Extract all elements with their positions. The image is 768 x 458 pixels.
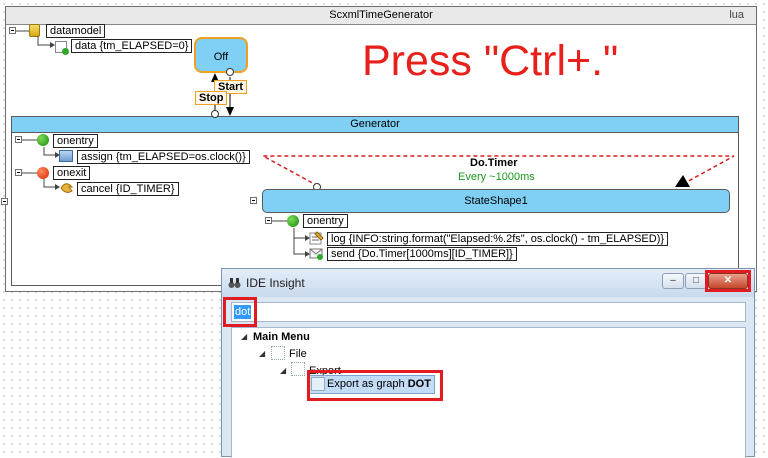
tree-connector [22,172,38,174]
root-collapse-toggle[interactable] [1,198,8,205]
minimize-button[interactable]: – [662,273,684,289]
binoculars-icon [228,278,241,288]
scxml-title: ScxmlTimeGenerator [6,7,756,25]
datamodel-collapse-toggle[interactable] [9,27,16,34]
state-shape1[interactable]: StateShape1 [262,189,730,213]
onentry-icon [287,215,299,227]
shape1-collapse-toggle[interactable] [250,197,257,204]
timer-delay-label: Every ~1000ms [458,171,535,183]
tree-connector [16,30,30,32]
search-field[interactable]: dot [231,302,746,322]
shortcut-hint: Press "Ctrl+." [362,37,619,85]
expand-triangle-icon[interactable]: ◢ [259,349,265,358]
window-title: IDE Insight [246,276,305,290]
menu-folder-icon [271,346,285,360]
data-item-label[interactable]: data {tm_ELAPSED=0} [71,39,193,53]
menu-folder-icon [291,362,305,376]
highlight-close-button [705,270,751,292]
onexit-icon [37,167,49,179]
stop-event-label[interactable]: Stop [195,91,228,105]
shape1-onentry-collapse-toggle[interactable] [265,217,272,224]
cancel-action-label[interactable]: cancel {ID_TIMER} [77,182,179,196]
shape1-onentry-label[interactable]: onentry [303,214,348,228]
state-off[interactable]: Off [194,37,248,73]
highlight-search-field [223,297,257,327]
window-titlebar[interactable]: IDE Insight – □ ✕ [222,269,754,297]
tree-connector [37,36,55,48]
generator-onexit-label[interactable]: onexit [53,166,91,180]
generator-onentry-label[interactable]: onentry [53,134,98,148]
tree-node-file[interactable]: File [289,348,307,360]
log-icon [309,231,324,245]
assign-icon [59,150,73,162]
send-action-label[interactable]: send {Do.Timer[1000ms][ID_TIMER]} [327,247,517,261]
cancel-icon [60,183,74,193]
timer-transition-path[interactable] [260,150,740,190]
tree-connector [22,139,38,141]
assign-action-label[interactable]: assign {tm_ELAPSED=os.clock()} [77,150,250,164]
maximize-button[interactable]: □ [685,273,707,289]
scxml-language: lua [729,9,744,21]
log-action-label[interactable]: log {INFO:string.format("Elapsed:%.2fs",… [327,232,669,246]
data-icon [55,41,69,55]
send-icon [309,248,323,260]
tree-connector [272,220,288,222]
transition-anchor[interactable] [211,110,219,118]
onentry-icon [37,134,49,146]
highlight-result-item [307,370,443,401]
timer-event-label[interactable]: Do.Timer [470,157,517,169]
expand-triangle-icon[interactable]: ◢ [241,332,247,341]
generator-title: Generator [12,117,738,133]
tree-node-main-menu[interactable]: Main Menu [253,331,310,343]
expand-triangle-icon[interactable]: ◢ [280,366,286,375]
onexit-collapse-toggle[interactable] [15,169,22,176]
onentry-collapse-toggle[interactable] [15,136,22,143]
